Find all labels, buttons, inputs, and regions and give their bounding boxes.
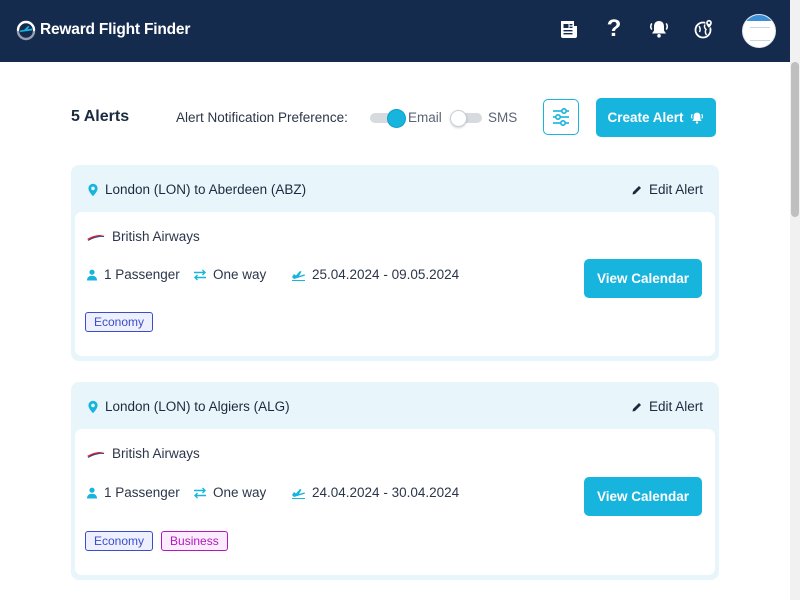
passenger-count: 1 Passenger bbox=[104, 485, 180, 500]
pencil-icon bbox=[632, 402, 641, 411]
passenger-count: 1 Passenger bbox=[104, 267, 180, 282]
sms-toggle-label: SMS bbox=[488, 110, 518, 125]
sliders-icon bbox=[553, 108, 569, 126]
alert-card: London (LON) to Algiers (ALG) Edit Alert… bbox=[71, 382, 719, 580]
cabin-tag-economy: Economy bbox=[85, 531, 154, 551]
filter-button[interactable] bbox=[543, 99, 579, 135]
email-toggle[interactable] bbox=[370, 110, 405, 127]
bell-icon[interactable] bbox=[646, 16, 672, 42]
newspaper-icon[interactable] bbox=[556, 16, 582, 42]
edit-alert-link[interactable]: Edit Alert bbox=[631, 399, 703, 414]
airline-name: British Airways bbox=[112, 229, 200, 244]
airline: British Airways bbox=[86, 446, 200, 461]
plane-departure-icon bbox=[292, 489, 305, 499]
alert-card-header: London (LON) to Algiers (ALG) Edit Alert bbox=[71, 382, 719, 430]
avatar-image-detail bbox=[750, 27, 770, 41]
avatar-image bbox=[743, 15, 775, 21]
sms-toggle[interactable] bbox=[450, 110, 484, 127]
app-title: Reward Flight Finder bbox=[40, 21, 191, 38]
alert-card-body: British Airways 1 Passenger One way bbox=[75, 429, 715, 575]
user-avatar[interactable] bbox=[742, 14, 776, 48]
cabin-tag-business: Business bbox=[161, 531, 228, 551]
alert-route: London (LON) to Algiers (ALG) bbox=[87, 399, 290, 414]
user-icon bbox=[87, 487, 97, 498]
edit-alert-label: Edit Alert bbox=[648, 182, 703, 197]
location-pin-icon bbox=[88, 400, 98, 413]
date-range: 24.04.2024 - 30.04.2024 bbox=[312, 485, 460, 500]
passenger-info: 1 Passenger bbox=[86, 267, 180, 282]
plane-departure-icon bbox=[292, 271, 305, 281]
alert-details: 1 Passenger One way 25.04.2024 - 09.05.2… bbox=[86, 267, 486, 285]
airline-name: British Airways bbox=[112, 446, 200, 461]
page-scrollbar[interactable] bbox=[790, 0, 800, 600]
brand-logo-link[interactable]: Reward Flight Finder bbox=[14, 18, 190, 42]
trip-type-info: One way bbox=[193, 267, 266, 282]
location-pin-icon bbox=[88, 183, 98, 196]
arrows-exchange-icon bbox=[194, 269, 206, 280]
view-calendar-button[interactable]: View Calendar bbox=[584, 259, 702, 298]
bell-ring-icon bbox=[690, 112, 703, 124]
alert-card-body: British Airways 1 Passenger One way bbox=[75, 212, 715, 356]
alert-card-header: London (LON) to Aberdeen (ABZ) Edit Aler… bbox=[71, 165, 719, 213]
plane-logo-icon bbox=[16, 20, 36, 41]
alert-card: London (LON) to Aberdeen (ABZ) Edit Aler… bbox=[71, 165, 719, 361]
edit-alert-label: Edit Alert bbox=[648, 399, 703, 414]
sms-toggle-knob bbox=[450, 110, 467, 127]
alert-details: 1 Passenger One way 24.04.2024 - 30.04.2… bbox=[86, 485, 486, 503]
top-navbar: Reward Flight Finder ? bbox=[0, 0, 790, 62]
trip-type: One way bbox=[213, 267, 267, 282]
cabin-tag-economy: Economy bbox=[85, 312, 154, 332]
help-icon[interactable]: ? bbox=[601, 16, 627, 42]
british-airways-logo-icon bbox=[87, 234, 105, 241]
help-glyph: ? bbox=[606, 15, 622, 42]
passenger-info: 1 Passenger bbox=[86, 485, 180, 500]
alert-route-text: London (LON) to Algiers (ALG) bbox=[105, 399, 290, 414]
trip-type-info: One way bbox=[193, 485, 266, 500]
notification-preference-label: Alert Notification Preference: bbox=[176, 110, 348, 125]
trip-type: One way bbox=[213, 485, 267, 500]
alert-route: London (LON) to Aberdeen (ABZ) bbox=[87, 182, 306, 197]
british-airways-logo-icon bbox=[87, 451, 105, 458]
edit-alert-link[interactable]: Edit Alert bbox=[631, 182, 703, 197]
scrollbar-thumb[interactable] bbox=[791, 62, 799, 217]
arrows-exchange-icon bbox=[194, 487, 206, 498]
date-range-info: 25.04.2024 - 09.05.2024 bbox=[291, 267, 459, 282]
email-toggle-knob bbox=[388, 110, 405, 127]
create-alert-button[interactable]: Create Alert bbox=[596, 98, 716, 137]
date-range-info: 24.04.2024 - 30.04.2024 bbox=[291, 485, 459, 500]
alert-route-text: London (LON) to Aberdeen (ABZ) bbox=[105, 182, 307, 197]
cabin-tags: Economy bbox=[85, 312, 154, 332]
alerts-count: 5 Alerts bbox=[71, 108, 130, 125]
email-toggle-label: Email bbox=[408, 110, 442, 125]
date-range: 25.04.2024 - 09.05.2024 bbox=[312, 267, 460, 282]
globe-location-icon[interactable] bbox=[691, 16, 717, 42]
pencil-icon bbox=[632, 185, 641, 194]
cabin-tags: Economy Business bbox=[85, 531, 228, 551]
user-icon bbox=[87, 269, 97, 280]
create-alert-label: Create Alert bbox=[607, 110, 684, 125]
airline: British Airways bbox=[86, 229, 200, 244]
view-calendar-button[interactable]: View Calendar bbox=[584, 477, 702, 516]
